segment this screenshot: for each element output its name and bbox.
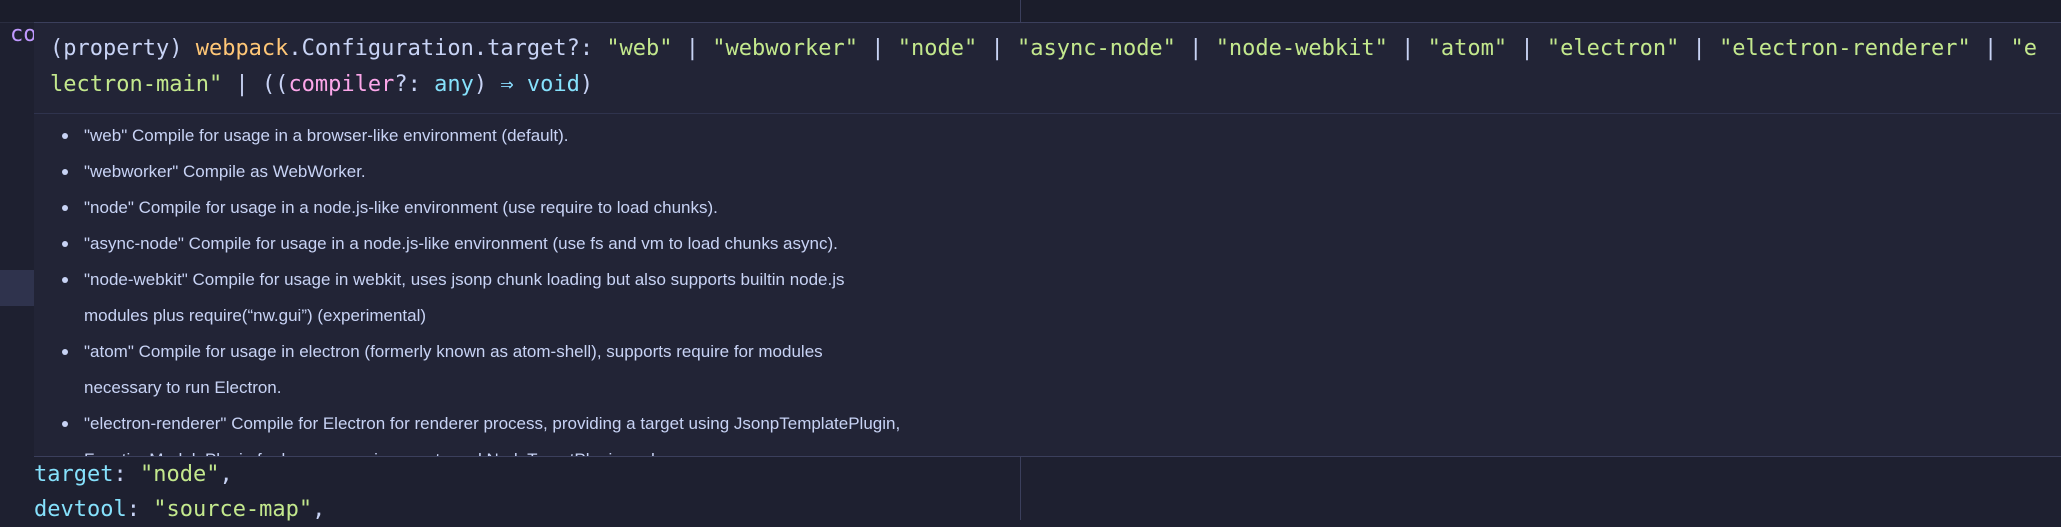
signature-object: webpack [195, 36, 289, 61]
doc-item-async-node: "async-node" Compile for usage in a node… [62, 226, 904, 262]
comma: , [312, 497, 326, 522]
signature-option-separator: | [672, 36, 713, 61]
code-line-target[interactable]: target: "node", [34, 457, 325, 492]
string-value: "node" [139, 462, 220, 487]
doc-item-node: "node" Compile for usage in a node.js-li… [62, 190, 904, 226]
signature-option-separator: | [977, 36, 1017, 61]
signature-option-separator: | [858, 36, 898, 61]
signature-arrow: ⇒ [500, 72, 514, 97]
signature-prefix: (property) [50, 36, 196, 61]
doc-item-atom: "atom" Compile for usage in electron (fo… [62, 334, 904, 406]
code-lines[interactable]: target: "node", devtool: "source-map", [34, 457, 325, 527]
property-key: devtool [34, 497, 127, 522]
signature-param-type: ?: [394, 72, 435, 97]
signature-option-separator: | [1507, 36, 1547, 61]
signature-option-separator: | [1679, 36, 1720, 61]
property-key: target [34, 462, 114, 487]
hover-documentation: "web" Compile for usage in a browser-lik… [34, 114, 2061, 456]
signature-option-separator: | [1970, 36, 2011, 61]
signature-option: "async-node" [1016, 36, 1176, 61]
code-editor[interactable]: co (property) webpack.Configuration.targ… [0, 0, 2061, 522]
string-value: "source-map" [153, 497, 313, 522]
code-line-devtool[interactable]: devtool: "source-map", [34, 492, 325, 527]
current-line-highlight [0, 270, 34, 306]
signature-close: ) [579, 72, 594, 97]
signature-option: "electron-renderer" [1719, 36, 1971, 61]
doc-item-node-webkit: "node-webkit" Compile for usage in webki… [62, 262, 904, 334]
signature-fn-open: (( [261, 72, 289, 97]
comma: , [219, 462, 233, 487]
doc-item-electron-renderer: "electron-renderer" Compile for Electron… [62, 406, 904, 456]
signature-separator: | [222, 72, 262, 97]
signature-param: compiler [288, 72, 395, 97]
type-signature: (property) webpack.Configuration.target?… [34, 23, 2061, 114]
signature-option: "node" [897, 36, 978, 61]
signature-member: .Configuration.target?: [288, 36, 607, 61]
partial-code-text: co [10, 22, 37, 47]
signature-option: "electron" [1546, 36, 1680, 61]
doc-item-webworker: "webworker" Compile as WebWorker. [62, 154, 904, 190]
signature-option: "atom" [1427, 36, 1508, 61]
signature-option: "node-webkit" [1215, 36, 1388, 61]
signature-option: "web" [606, 36, 673, 61]
signature-option: "webworker" [712, 36, 858, 61]
signature-option-separator: | [1175, 36, 1216, 61]
colon: : [113, 462, 140, 487]
colon: : [126, 497, 154, 522]
editor-top-band [0, 0, 2061, 23]
signature-option-separator: | [1387, 36, 1428, 61]
signature-fn-close: ) [473, 72, 501, 97]
signature-void-type: void [513, 72, 580, 97]
hover-tooltip[interactable]: (property) webpack.Configuration.target?… [34, 22, 2061, 457]
doc-item-web: "web" Compile for usage in a browser-lik… [62, 118, 904, 154]
signature-any-type: any [434, 72, 474, 97]
